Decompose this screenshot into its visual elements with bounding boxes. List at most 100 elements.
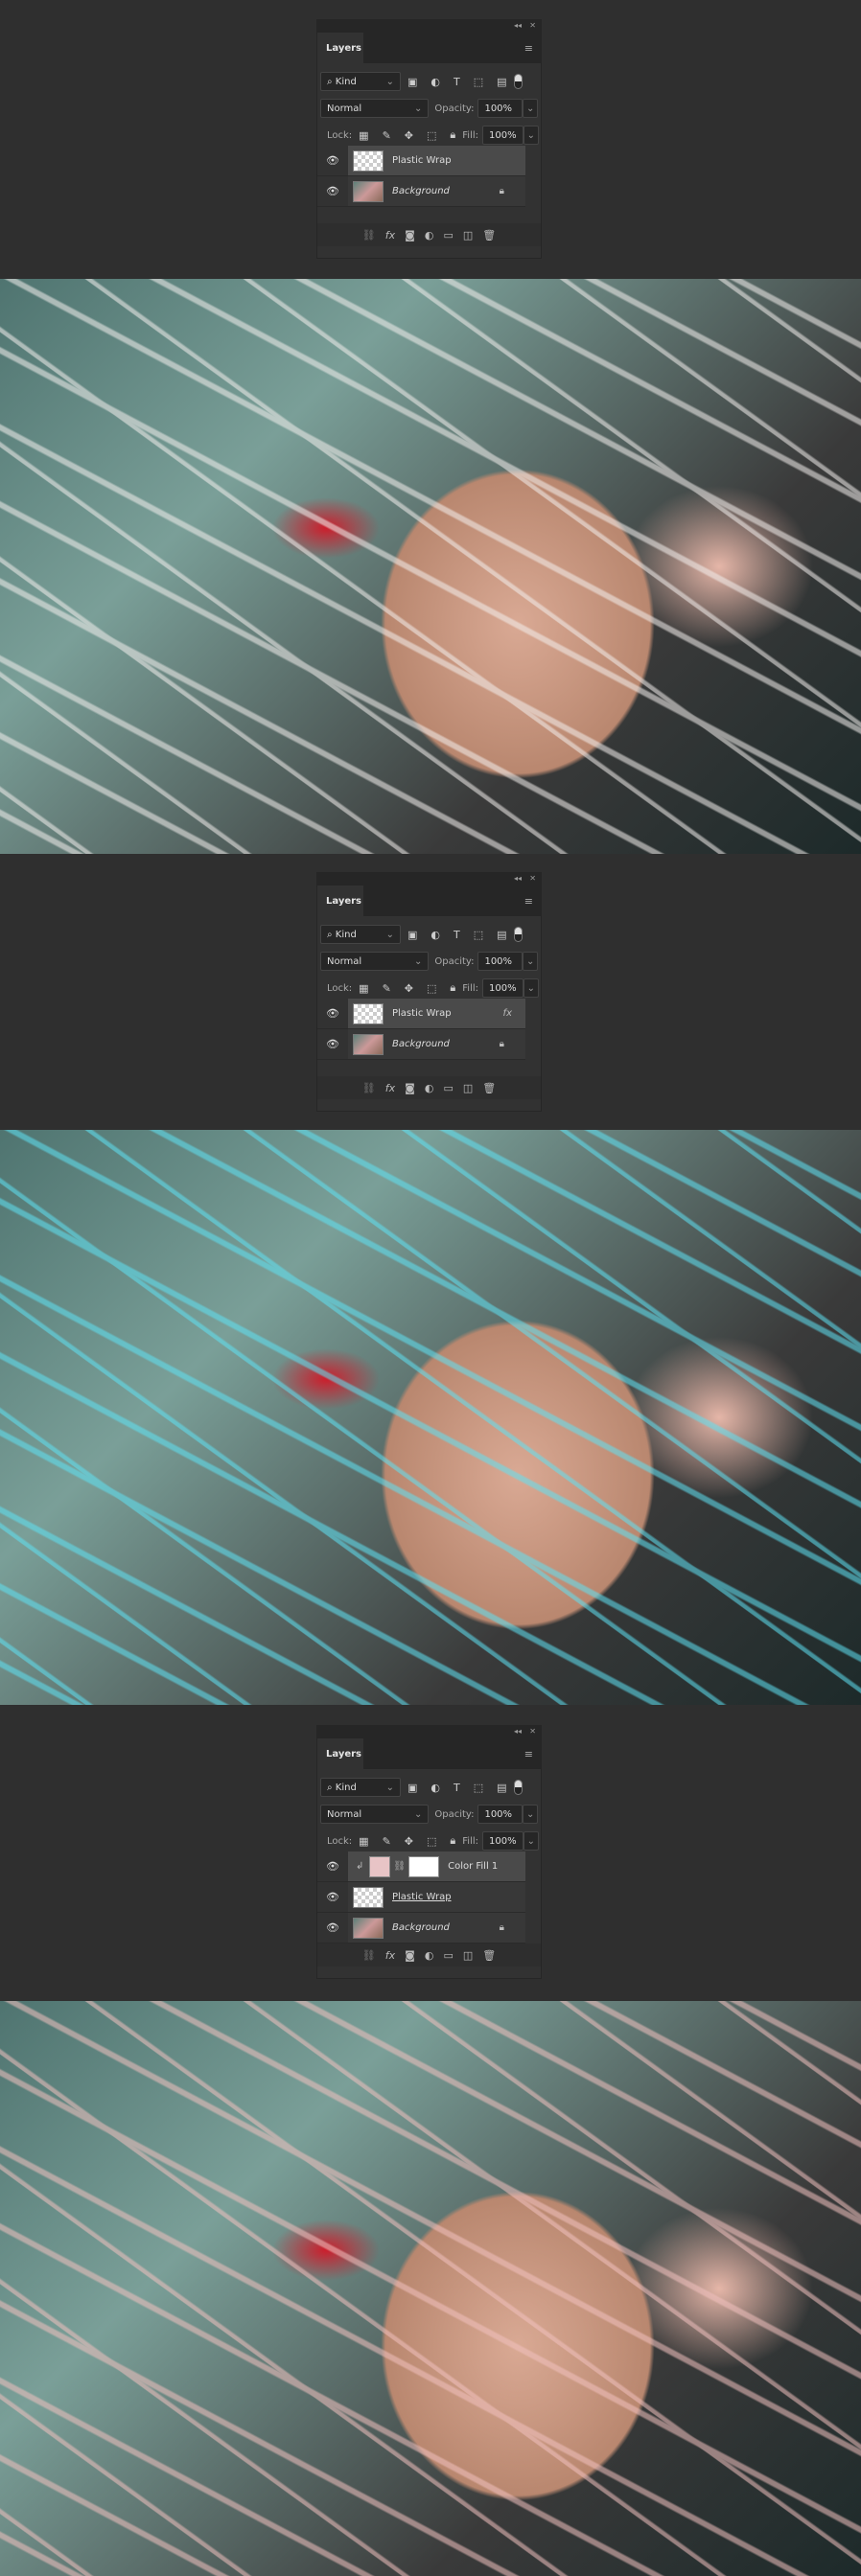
mask-thumbnail[interactable] — [408, 1855, 440, 1877]
layer-name[interactable]: Background — [392, 1039, 450, 1049]
new-layer-icon[interactable]: ◫ — [463, 229, 473, 242]
visibility-eye-icon[interactable]: 👁︎ — [317, 146, 348, 175]
filter-pixel-icon[interactable]: ▣ — [407, 1782, 417, 1794]
lock-paint-icon[interactable]: ✎ — [383, 129, 391, 142]
layer-row[interactable]: 👁︎ Background 🔒︎ — [317, 176, 525, 207]
filter-kind-select[interactable]: ⌕ Kind ⌄ — [320, 1778, 401, 1797]
blend-mode-select[interactable]: Normal ⌄ — [320, 952, 430, 971]
blend-mode-select[interactable]: Normal ⌄ — [320, 1805, 430, 1824]
filter-toggle[interactable] — [513, 1780, 523, 1795]
add-mask-icon[interactable]: ◙ — [405, 229, 415, 242]
layer-name[interactable]: Plastic Wrap — [392, 1008, 452, 1019]
add-mask-icon[interactable]: ◙ — [405, 1082, 415, 1094]
layer-row[interactable]: 👁︎ Plastic Wrap fx — [317, 999, 525, 1029]
fill-input[interactable]: 100% — [482, 1831, 524, 1851]
lock-position-icon[interactable]: ✥ — [405, 129, 413, 142]
adjustment-layer-icon[interactable]: ◐ — [425, 1082, 434, 1094]
layer-row[interactable]: 👁︎ Background 🔒︎ — [317, 1029, 525, 1060]
filter-pixel-icon[interactable]: ▣ — [407, 929, 417, 941]
filter-type-icon[interactable]: T — [454, 76, 460, 88]
opacity-input[interactable]: 100% — [477, 952, 523, 971]
fill-input[interactable]: 100% — [482, 126, 524, 145]
fill-dropdown[interactable]: ⌄ — [523, 978, 539, 998]
fill-thumbnail[interactable] — [369, 1855, 391, 1877]
lock-artboard-icon[interactable]: ⬚ — [427, 1835, 436, 1848]
opacity-input[interactable]: 100% — [477, 99, 523, 118]
visibility-eye-icon[interactable]: 👁︎ — [317, 1029, 348, 1059]
layer-thumbnail[interactable] — [353, 1886, 384, 1908]
panel-menu-icon[interactable]: ≡ — [524, 895, 533, 908]
visibility-eye-icon[interactable]: 👁︎ — [317, 176, 348, 206]
lock-transparency-icon[interactable]: ▦ — [359, 1835, 368, 1848]
filter-smartobject-icon[interactable]: ▤ — [497, 76, 506, 88]
close-icon[interactable]: ✕ — [529, 1727, 536, 1736]
layer-row[interactable]: 👁︎ ↲ ⛓ Color Fill 1 — [317, 1852, 525, 1882]
filter-type-icon[interactable]: T — [454, 929, 460, 941]
visibility-eye-icon[interactable]: 👁︎ — [317, 1882, 348, 1912]
adjustment-layer-icon[interactable]: ◐ — [425, 1949, 434, 1962]
tab-layers[interactable]: Layers — [317, 33, 363, 63]
filter-pixel-icon[interactable]: ▣ — [407, 76, 417, 88]
panel-menu-icon[interactable]: ≡ — [524, 42, 533, 55]
filter-shape-icon[interactable]: ⬚ — [474, 1782, 483, 1794]
collapse-icon[interactable]: ◂◂ — [514, 1727, 522, 1736]
lock-transparency-icon[interactable]: ▦ — [359, 982, 368, 995]
new-group-icon[interactable]: ▭ — [443, 1949, 453, 1962]
filter-adjustment-icon[interactable]: ◐ — [430, 1782, 440, 1794]
trash-icon[interactable]: 🗑︎ — [482, 1949, 496, 1962]
lock-all-icon[interactable]: 🔒︎ — [450, 128, 455, 142]
lock-artboard-icon[interactable]: ⬚ — [427, 129, 436, 142]
add-mask-icon[interactable]: ◙ — [405, 1949, 415, 1962]
adjustment-layer-icon[interactable]: ◐ — [425, 229, 434, 242]
filter-adjustment-icon[interactable]: ◐ — [430, 76, 440, 88]
filter-smartobject-icon[interactable]: ▤ — [497, 1782, 506, 1794]
fx-icon[interactable]: fx — [385, 1949, 395, 1962]
visibility-eye-icon[interactable]: 👁︎ — [317, 999, 348, 1028]
blend-mode-select[interactable]: Normal ⌄ — [320, 99, 430, 118]
layer-name[interactable]: Background — [392, 186, 450, 196]
layer-thumbnail[interactable] — [353, 1917, 384, 1939]
close-icon[interactable]: ✕ — [529, 874, 536, 883]
filter-smartobject-icon[interactable]: ▤ — [497, 929, 506, 941]
new-group-icon[interactable]: ▭ — [443, 229, 453, 242]
opacity-input[interactable]: 100% — [477, 1805, 523, 1824]
layer-thumbnail[interactable] — [353, 1002, 384, 1024]
layer-thumbnail[interactable] — [353, 150, 384, 172]
layer-thumbnail[interactable] — [353, 1033, 384, 1055]
filter-type-icon[interactable]: T — [454, 1782, 460, 1794]
collapse-icon[interactable]: ◂◂ — [514, 874, 522, 883]
fill-dropdown[interactable]: ⌄ — [523, 126, 539, 145]
filter-adjustment-icon[interactable]: ◐ — [430, 929, 440, 941]
opacity-dropdown[interactable]: ⌄ — [523, 99, 538, 118]
fx-icon[interactable]: fx — [385, 1082, 395, 1094]
opacity-dropdown[interactable]: ⌄ — [523, 1805, 538, 1824]
layer-name[interactable]: Plastic Wrap — [392, 155, 452, 166]
filter-kind-select[interactable]: ⌕ Kind ⌄ — [320, 72, 401, 91]
fill-input[interactable]: 100% — [482, 978, 524, 998]
new-layer-icon[interactable]: ◫ — [463, 1082, 473, 1094]
lock-paint-icon[interactable]: ✎ — [383, 982, 391, 995]
filter-toggle[interactable] — [513, 74, 523, 89]
filter-shape-icon[interactable]: ⬚ — [474, 929, 483, 941]
lock-position-icon[interactable]: ✥ — [405, 1835, 413, 1848]
lock-transparency-icon[interactable]: ▦ — [359, 129, 368, 142]
filter-shape-icon[interactable]: ⬚ — [474, 76, 483, 88]
close-icon[interactable]: ✕ — [529, 21, 536, 30]
fill-dropdown[interactable]: ⌄ — [523, 1831, 539, 1851]
visibility-eye-icon[interactable]: 👁︎ — [317, 1913, 348, 1943]
link-layers-icon[interactable]: ⛓ — [362, 1082, 376, 1094]
fx-icon[interactable]: fx — [385, 229, 395, 242]
link-layers-icon[interactable]: ⛓ — [362, 229, 376, 242]
filter-toggle[interactable] — [513, 927, 523, 942]
layer-name[interactable]: Background — [392, 1922, 450, 1933]
lock-position-icon[interactable]: ✥ — [405, 982, 413, 995]
filter-kind-select[interactable]: ⌕ Kind ⌄ — [320, 925, 401, 944]
layer-thumbnail[interactable] — [353, 180, 384, 202]
new-group-icon[interactable]: ▭ — [443, 1082, 453, 1094]
visibility-eye-icon[interactable]: 👁︎ — [317, 1852, 348, 1881]
layer-row[interactable]: 👁︎ Plastic Wrap — [317, 146, 525, 176]
lock-all-icon[interactable]: 🔒︎ — [450, 1834, 455, 1848]
layer-effects-icon[interactable]: fx — [503, 1008, 512, 1019]
trash-icon[interactable]: 🗑︎ — [482, 1082, 496, 1094]
layer-name[interactable]: Color Fill 1 — [448, 1861, 498, 1872]
